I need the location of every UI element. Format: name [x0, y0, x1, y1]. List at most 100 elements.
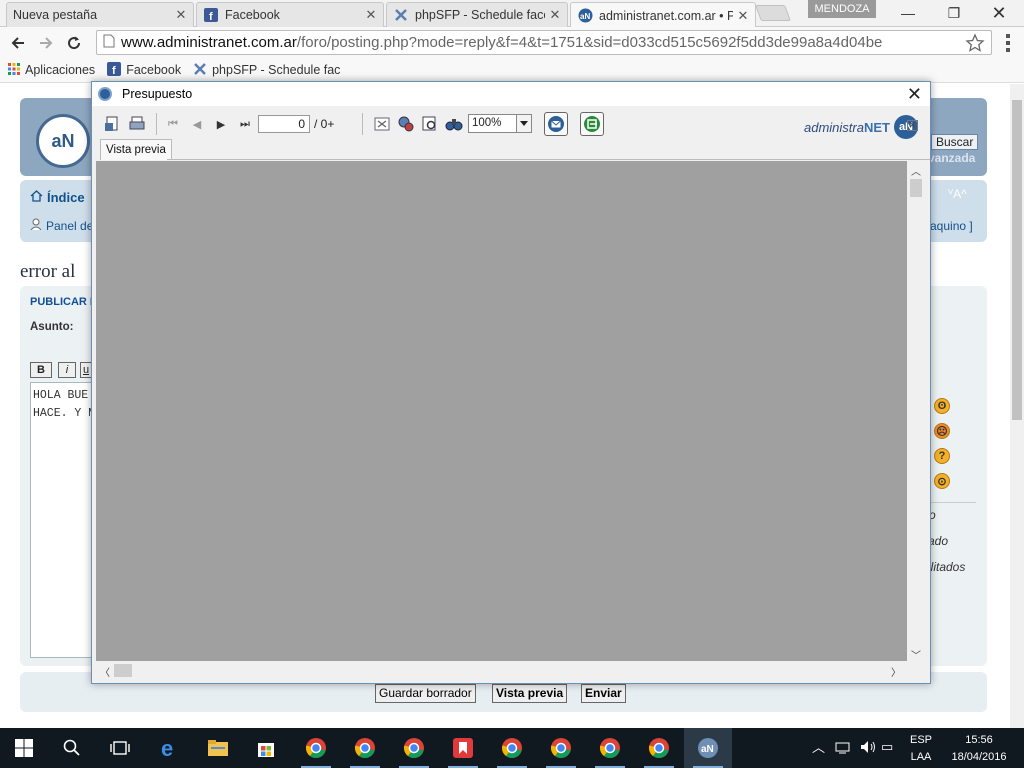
scroll-right-icon[interactable]: 〉: [891, 664, 901, 679]
address-bar[interactable]: www.administranet.com.ar/foro/posting.ph…: [96, 30, 992, 55]
smiley-eyes-icon[interactable]: ʘ: [934, 398, 950, 414]
taskbar: e aN ︿ ▭ ESP LAA 15:56 18/04/2016: [0, 728, 1024, 768]
bookmark-phpsfp[interactable]: phpSFP - Schedule fac: [193, 62, 340, 79]
volume-icon[interactable]: [859, 739, 877, 759]
message-editor[interactable]: HOLA BUE HACE. Y M: [30, 382, 94, 658]
smiley-glasses-icon[interactable]: ⊙: [934, 473, 950, 489]
preview-horizontal-scrollbar[interactable]: 〈 〉: [96, 662, 907, 679]
brand-name: administra: [804, 119, 864, 135]
gear-icon: [193, 62, 207, 79]
scroll-left-icon[interactable]: 〈: [100, 664, 110, 679]
tab-new-tab[interactable]: Nueva pestaña ✕: [6, 2, 194, 27]
editor-line: HOLA BUE: [33, 389, 89, 402]
logout-link[interactable]: aquino ]: [930, 219, 973, 233]
bold-button[interactable]: B: [30, 362, 52, 378]
restore-icon[interactable]: ❐: [931, 0, 977, 26]
font-size-control[interactable]: ⱽA^: [948, 187, 967, 201]
close-icon[interactable]: ✕: [175, 7, 187, 23]
network-icon[interactable]: [835, 739, 851, 759]
page-number-input[interactable]: 0: [258, 115, 310, 133]
stop-icon[interactable]: [373, 115, 391, 133]
email-button[interactable]: [544, 112, 568, 136]
search-icon[interactable]: [445, 115, 463, 133]
chrome-icon[interactable]: [341, 728, 389, 768]
italic-button[interactable]: i: [58, 362, 76, 378]
chrome-icon[interactable]: [537, 728, 585, 768]
save-draft-button[interactable]: Guardar borrador: [375, 684, 476, 703]
star-icon[interactable]: [965, 33, 985, 54]
brand-suffix: NET: [863, 119, 890, 135]
search-icon[interactable]: [48, 728, 96, 768]
next-page-icon[interactable]: ▶: [212, 115, 230, 133]
new-tab-button[interactable]: [755, 5, 791, 21]
reload-icon[interactable]: [62, 31, 86, 55]
close-icon[interactable]: ✕: [907, 85, 922, 103]
administranet-icon[interactable]: aN: [684, 728, 732, 768]
dialog-title: Presupuesto: [122, 87, 193, 101]
site-logo[interactable]: aN: [36, 114, 90, 168]
smiley-sad-icon[interactable]: ☹: [934, 423, 950, 439]
control-panel-link[interactable]: Panel de: [30, 218, 93, 233]
close-icon[interactable]: ✕: [365, 7, 377, 23]
tab-administranet[interactable]: aN administranet.com.ar • Pi ✕: [570, 2, 756, 28]
page-scrollbar[interactable]: [1010, 84, 1024, 728]
smiley-question-icon[interactable]: ?: [934, 448, 950, 464]
minimize-icon[interactable]: —: [885, 0, 931, 26]
scroll-up-icon[interactable]: ︿: [911, 163, 921, 178]
close-window-icon[interactable]: ✕: [976, 0, 1022, 26]
back-icon[interactable]: [6, 31, 30, 55]
index-link[interactable]: Índice: [30, 190, 85, 205]
edge-icon[interactable]: e: [146, 728, 194, 768]
scroll-thumb[interactable]: [114, 664, 132, 677]
app-red-icon[interactable]: [439, 728, 487, 768]
tab-preview[interactable]: Vista previa: [100, 139, 172, 160]
last-page-icon[interactable]: ⏭: [236, 115, 254, 133]
chrome-icon[interactable]: [390, 728, 438, 768]
chevron-down-icon[interactable]: [516, 115, 531, 132]
preview-vertical-scrollbar[interactable]: ︿ ﹀: [907, 161, 925, 662]
option-text: ilitados: [928, 560, 966, 574]
send-button[interactable]: Enviar: [581, 684, 626, 703]
refresh-icon[interactable]: [397, 115, 415, 133]
search-button[interactable]: Buscar: [931, 134, 979, 150]
exit-button[interactable]: [580, 112, 604, 136]
tab-phpsfp[interactable]: phpSFP - Schedule faceb ✕: [386, 2, 568, 27]
page-setup-icon[interactable]: [421, 115, 439, 133]
bookmark-facebook[interactable]: f Facebook: [107, 61, 181, 79]
language-indicator[interactable]: ESP LAA: [906, 733, 936, 764]
export-icon[interactable]: [104, 115, 122, 133]
zoom-select[interactable]: 100%: [468, 114, 532, 133]
chrome-icon[interactable]: [586, 728, 634, 768]
message-icon[interactable]: ▭: [881, 740, 893, 754]
print-icon[interactable]: [128, 115, 146, 133]
bookmark-apps[interactable]: Aplicaciones: [8, 62, 96, 78]
clock-time: 15:56: [965, 734, 993, 746]
store-icon[interactable]: [242, 728, 290, 768]
tab-facebook[interactable]: f Facebook ✕: [196, 2, 384, 27]
advanced-search-link[interactable]: vanzada: [928, 151, 975, 165]
chrome-icon[interactable]: [635, 728, 683, 768]
close-icon[interactable]: ✕: [907, 120, 918, 131]
bookmark-label: Aplicaciones: [25, 63, 96, 77]
facebook-icon: f: [203, 7, 219, 23]
file-explorer-icon[interactable]: [194, 728, 242, 768]
chrome-icon[interactable]: [488, 728, 536, 768]
post-section-title: PUBLICAR I: [30, 296, 93, 308]
profile-badge[interactable]: MENDOZA: [808, 0, 876, 18]
previous-page-icon[interactable]: ◀: [188, 115, 206, 133]
show-hidden-icons-icon[interactable]: ︿: [812, 741, 825, 755]
close-icon[interactable]: ✕: [549, 7, 561, 23]
preview-button[interactable]: Vista previa: [492, 684, 568, 703]
task-view-icon[interactable]: [96, 728, 144, 768]
windows-start-icon[interactable]: [0, 728, 48, 768]
menu-icon[interactable]: [998, 32, 1018, 54]
first-page-icon[interactable]: ⏮: [164, 115, 182, 133]
chrome-icon[interactable]: [292, 728, 340, 768]
forward-icon[interactable]: [34, 31, 58, 55]
scroll-down-icon[interactable]: ﹀: [911, 647, 921, 662]
clock[interactable]: 15:56 18/04/2016: [944, 733, 1014, 764]
scroll-thumb[interactable]: [910, 179, 922, 197]
clock-date: 18/04/2016: [951, 751, 1007, 763]
close-icon[interactable]: ✕: [737, 8, 749, 24]
scroll-thumb[interactable]: [1012, 100, 1022, 420]
